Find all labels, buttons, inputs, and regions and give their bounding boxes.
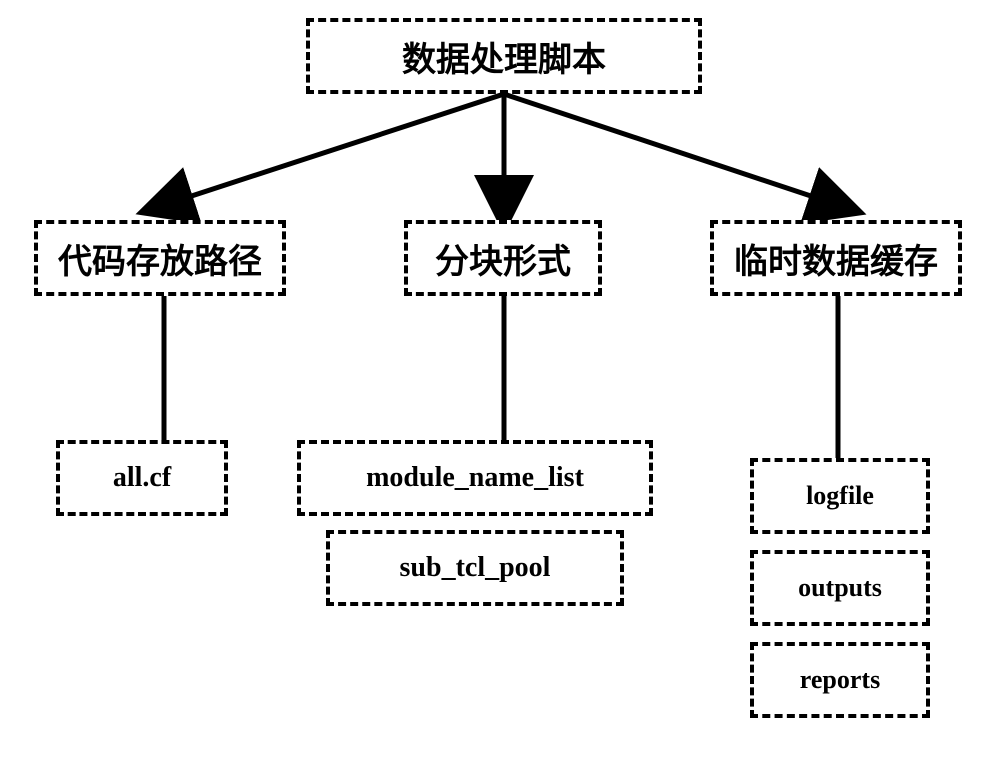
sub-tcl-pool-node: sub_tcl_pool [326,530,624,606]
outputs-node: outputs [750,550,930,626]
all-cf-node: all.cf [56,440,228,516]
logfile-node: logfile [750,458,930,534]
logfile-label: logfile [806,481,874,511]
sub-tcl-pool-label: sub_tcl_pool [400,552,551,584]
module-name-list-label: module_name_list [366,462,584,494]
all-cf-label: all.cf [113,462,171,494]
module-name-list-node: module_name_list [297,440,653,516]
outputs-label: outputs [798,573,882,603]
reports-node: reports [750,642,930,718]
reports-label: reports [800,665,880,695]
